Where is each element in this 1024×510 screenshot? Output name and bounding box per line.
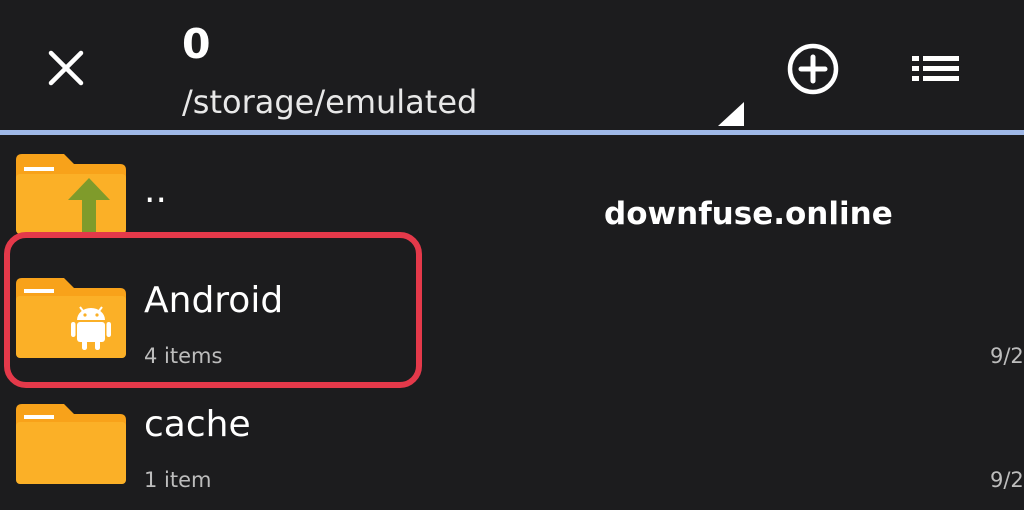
dropdown-corner-icon [718, 102, 744, 126]
file-item-count: 1 item [144, 468, 212, 492]
add-button[interactable] [784, 40, 842, 98]
file-manager-screen: 0 /storage/emulated .. Android 4 items 9… [0, 0, 1024, 510]
view-mode-button[interactable] [906, 44, 966, 94]
file-item-count: 4 items [144, 344, 223, 368]
current-path: /storage/emulated [182, 83, 478, 121]
file-name: .. [144, 170, 167, 211]
file-name: Android [144, 280, 284, 321]
add-circle-icon [787, 43, 839, 95]
file-date: 9/2 [990, 344, 1024, 368]
toolbar: 0 /storage/emulated [0, 0, 1024, 135]
close-button[interactable] [38, 40, 94, 96]
selection-count: 0 [182, 20, 211, 68]
list-view-icon [912, 56, 959, 81]
watermark-text: downfuse.online [604, 196, 893, 232]
folder-up-icon [16, 154, 126, 234]
list-item-cache[interactable]: cache 1 item 9/2 [0, 392, 1024, 510]
list-item-android[interactable]: Android 4 items 9/2 [0, 250, 1024, 380]
file-date: 9/2 [990, 468, 1024, 492]
file-name: cache [144, 404, 251, 445]
toolbar-divider [0, 130, 1024, 135]
folder-icon [16, 404, 126, 484]
android-folder-icon [16, 278, 126, 358]
close-icon [48, 50, 84, 86]
path-selector[interactable]: 0 /storage/emulated [182, 14, 744, 126]
